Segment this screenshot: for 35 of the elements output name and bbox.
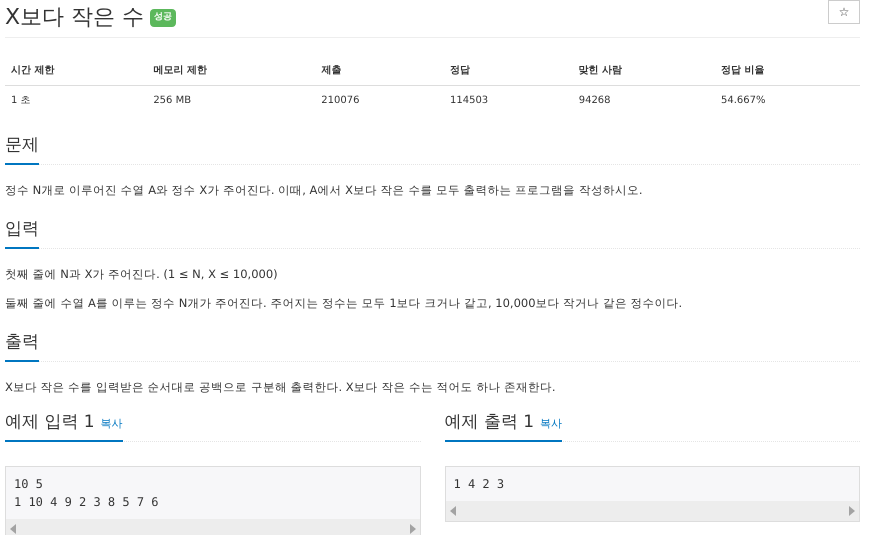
section-heading: 입력 xyxy=(5,218,39,241)
scroll-left-icon[interactable] xyxy=(450,506,456,516)
scroll-left-icon[interactable] xyxy=(10,524,16,534)
table-cell: 94268 xyxy=(572,86,716,115)
table-cell: 256 MB xyxy=(147,86,316,115)
scroll-right-icon[interactable] xyxy=(849,506,855,516)
section-heading: 예제 출력 1 xyxy=(444,411,534,434)
column-header: 맞힌 사람 xyxy=(572,56,716,86)
column-header: 정답 비율 xyxy=(715,56,860,86)
column-header: 메모리 제한 xyxy=(147,56,316,86)
horizontal-scrollbar[interactable] xyxy=(6,519,420,535)
description-text: 정수 N개로 이루어진 수열 A와 정수 X가 주어진다. 이때, A에서 X보다 작은 수를 모두 출력하는 프로그램을 작성하시오. xyxy=(5,182,644,199)
table-cell: 114503 xyxy=(444,86,573,115)
section-heading: 예제 입력 1 xyxy=(5,411,95,434)
table-cell: 1 초 xyxy=(5,86,148,115)
section-heading: 출력 xyxy=(5,331,39,354)
column-header: 시간 제한 xyxy=(5,56,148,86)
code-line: 1 4 2 3 xyxy=(454,476,506,493)
description-text: 첫째 줄에 N과 X가 주어진다. (1 ≤ N, X ≤ 10,000) xyxy=(5,266,279,283)
description-text: X보다 작은 수를 입력받은 순서대로 공백으로 구분해 출력한다. X보다 작은 수는 적어도 하나 존재한다. xyxy=(5,379,557,396)
scroll-right-icon[interactable] xyxy=(410,524,416,534)
status-badge: 성공 xyxy=(150,9,176,27)
star-button[interactable]: ☆ xyxy=(828,0,860,24)
description-text: 둘째 줄에 수열 A를 이루는 정수 N개가 주어진다. 주어지는 정수는 모두 1보다 크거나 같고, 10,000보다 작거나 같은 정수이다. xyxy=(5,295,684,312)
table-cell: 210076 xyxy=(315,86,444,115)
section-heading: 문제 xyxy=(5,134,39,157)
copy-link[interactable]: 복사 xyxy=(100,416,123,432)
problem-title: X보다 작은 수 xyxy=(5,4,144,32)
code-line: 1 10 4 9 2 3 8 5 7 6 xyxy=(14,494,160,511)
horizontal-scrollbar[interactable] xyxy=(446,501,859,521)
column-header: 제출 xyxy=(315,56,444,86)
copy-link[interactable]: 복사 xyxy=(540,416,562,432)
code-line: 10 5 xyxy=(14,476,44,493)
table-cell: 54.667% xyxy=(715,86,860,115)
column-header: 정답 xyxy=(444,56,573,86)
